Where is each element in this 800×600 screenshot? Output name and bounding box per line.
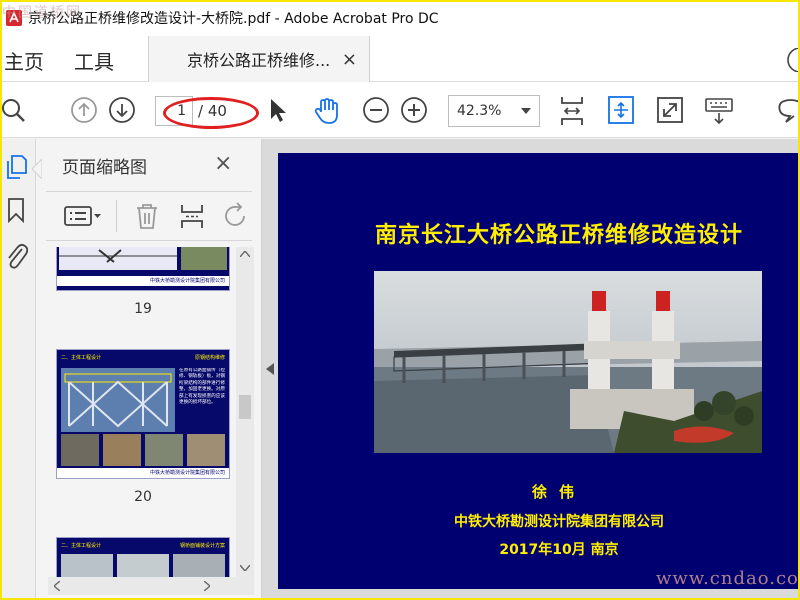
fit-page-icon[interactable] bbox=[606, 94, 636, 126]
page-number-annotation bbox=[163, 97, 259, 129]
slide-author: 徐伟 bbox=[531, 483, 586, 501]
slide-title: 南京长江大桥公路正桥维修改造设计 bbox=[374, 223, 743, 248]
toolbar: 1 / 40 42.3% bbox=[0, 82, 800, 138]
thumbnail-header-right: 钢桥面铺装设计方案 bbox=[179, 543, 225, 549]
scrolling-mode-icon[interactable] bbox=[558, 94, 586, 128]
select-cursor-icon[interactable] bbox=[266, 96, 290, 124]
thumbnails-panel: 页面缩略图 × 中铁大桥勘测设计院集团有限公司 19 二、主体工程设计 原钢结构… bbox=[32, 139, 262, 600]
collapse-panel-icon[interactable] bbox=[266, 363, 274, 375]
next-page-icon[interactable] bbox=[108, 96, 136, 124]
chevron-left-icon[interactable] bbox=[54, 581, 60, 591]
thumbnail-page[interactable]: 中铁大桥勘测设计院集团有限公司 bbox=[56, 247, 230, 291]
hand-tool-icon[interactable] bbox=[312, 96, 342, 126]
zoom-select[interactable]: 42.3% bbox=[448, 95, 540, 127]
thumbnail-footer: 中铁大桥勘测设计院集团有限公司 bbox=[57, 468, 229, 478]
tab-close-button[interactable]: × bbox=[342, 49, 357, 70]
thumbnails-toolbar bbox=[46, 191, 252, 241]
thumbnail-page-number: 19 bbox=[134, 301, 152, 317]
thumbnail-photo bbox=[117, 554, 169, 577]
thumbnail-page-number: 20 bbox=[134, 489, 152, 505]
zoom-value: 42.3% bbox=[457, 103, 502, 119]
chevron-down-icon bbox=[521, 108, 531, 114]
thumbnail-header-left: 二、主体工程设计 bbox=[61, 355, 102, 361]
thumbnail-list: 中铁大桥勘测设计院集团有限公司 19 二、主体工程设计 原钢结构维修 在原有公路… bbox=[46, 247, 242, 577]
tab-document[interactable]: 京桥公路正桥维修... × bbox=[148, 36, 370, 82]
navigation-strip bbox=[0, 139, 36, 600]
chevron-down-icon[interactable] bbox=[240, 565, 250, 571]
tab-home[interactable]: 主页 bbox=[4, 46, 44, 75]
thumbnails-vertical-scrollbar[interactable] bbox=[236, 247, 254, 577]
watermark-bottom: www.cndao.com bbox=[656, 568, 800, 589]
bridge-photo bbox=[374, 271, 762, 453]
watermark-top: 中国道桥网 bbox=[2, 5, 82, 21]
thumbnail-header-right: 原钢结构维修 bbox=[194, 355, 225, 361]
window-title: 京桥公路正桥维修改造设计-大桥院.pdf - Adobe Acrobat Pro… bbox=[28, 11, 439, 27]
toolbar-divider bbox=[116, 200, 117, 232]
zoom-in-icon[interactable] bbox=[400, 96, 428, 124]
bookmark-icon[interactable] bbox=[6, 197, 26, 223]
search-icon[interactable] bbox=[0, 96, 28, 124]
zoom-out-icon[interactable] bbox=[362, 96, 390, 124]
thumbnail-diagram bbox=[61, 368, 175, 432]
thumbnail-photo bbox=[61, 554, 113, 577]
chevron-right-icon[interactable] bbox=[204, 581, 210, 591]
slide-date: 2017年10月 南京 bbox=[499, 542, 619, 558]
thumbnail-page[interactable]: 二、主体工程设计 原钢结构维修 在原有公路面铺传（检修、钢轨板）板，对钢桁梁结构… bbox=[56, 349, 230, 479]
thumbnail-photo bbox=[181, 247, 227, 270]
panel-pointer-icon bbox=[32, 159, 42, 179]
help-icon[interactable] bbox=[786, 48, 800, 72]
thumbnail-photo bbox=[103, 434, 141, 466]
chevron-up-icon[interactable] bbox=[240, 251, 250, 257]
previous-page-icon[interactable] bbox=[70, 96, 98, 124]
options-icon[interactable] bbox=[64, 204, 102, 228]
thumbnails-horizontal-scrollbar[interactable] bbox=[48, 577, 254, 595]
comment-icon[interactable] bbox=[776, 96, 800, 124]
thumbnail-photo bbox=[173, 554, 225, 577]
thumbnail-header: 二、主体工程设计 钢桥面铺装设计方案 bbox=[57, 541, 229, 551]
tab-document-label: 京桥公路正桥维修... bbox=[187, 51, 331, 70]
thumbnail-body-text: 在原有公路面铺传（检修、钢轨板）板，对钢桁梁结构的部件进行修整，加固老更换。对原… bbox=[179, 368, 225, 406]
thumbnails-close-button[interactable]: × bbox=[214, 151, 232, 176]
document-view[interactable]: 南京长江大桥公路正桥维修改造设计 徐伟 中铁大桥勘测设计院集团有限公司 2017… bbox=[262, 139, 800, 600]
thumbnail-page[interactable]: 二、主体工程设计 钢桥面铺装设计方案 bbox=[56, 537, 230, 577]
thumbnail-footer: 中铁大桥勘测设计院集团有限公司 bbox=[57, 276, 229, 286]
pages-icon[interactable] bbox=[4, 153, 28, 181]
thumbnail-header: 二、主体工程设计 原钢结构维修 bbox=[57, 353, 229, 363]
tab-bar: 主页 工具 京桥公路正桥维修... × bbox=[0, 36, 800, 82]
tab-tools[interactable]: 工具 bbox=[74, 46, 114, 75]
thumbnail-photo bbox=[145, 434, 183, 466]
thumbnail-header-left: 二、主体工程设计 bbox=[61, 543, 102, 549]
thumbnail-drawing bbox=[59, 247, 177, 270]
full-screen-icon[interactable] bbox=[656, 96, 684, 124]
slide-organization: 中铁大桥勘测设计院集团有限公司 bbox=[454, 514, 664, 530]
thumbnails-title: 页面缩略图 bbox=[62, 158, 147, 178]
title-bar: 京桥公路正桥维修改造设计-大桥院.pdf - Adobe Acrobat Pro… bbox=[0, 0, 800, 36]
scrollbar-thumb[interactable] bbox=[239, 395, 251, 419]
thumbnail-photo bbox=[187, 434, 225, 466]
rotate-icon[interactable] bbox=[222, 202, 250, 230]
delete-icon[interactable] bbox=[134, 202, 160, 230]
attachment-icon[interactable] bbox=[4, 241, 28, 269]
keyboard-icon[interactable] bbox=[704, 96, 734, 126]
thumbnail-photo bbox=[61, 434, 99, 466]
pdf-page: 南京长江大桥公路正桥维修改造设计 徐伟 中铁大桥勘测设计院集团有限公司 2017… bbox=[278, 153, 800, 589]
insert-icon[interactable] bbox=[178, 202, 206, 230]
